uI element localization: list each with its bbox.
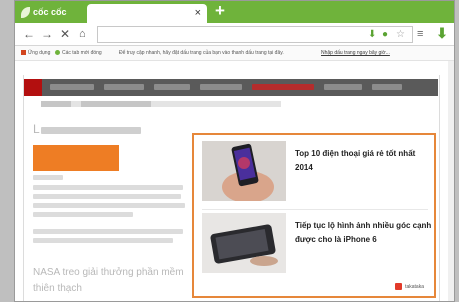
- bookmark-apps[interactable]: Ứng dụng: [21, 50, 50, 56]
- tab-close-icon[interactable]: ×: [195, 6, 201, 20]
- forward-button[interactable]: →: [41, 26, 53, 42]
- browser-brand[interactable]: cốc cốc: [21, 5, 67, 19]
- ad-item[interactable]: Tiếp tục lộ hình ảnh nhiều góc cạnh được…: [202, 213, 433, 275]
- article-text-line: [33, 212, 133, 217]
- article-headline-cont[interactable]: thiên thạch: [33, 282, 82, 295]
- ad-item[interactable]: Top 10 điện thoại giá rẻ tốt nhất 2014: [202, 141, 430, 203]
- web-page: L NASA treo giải thưởng phần mềm thiên t…: [15, 61, 454, 301]
- ad-footer-label: takataka: [405, 283, 424, 290]
- brand-label: cốc cốc: [33, 7, 67, 17]
- bookmarks-bar: Ứng dụng Các tab mới đóng Để truy cập nh…: [15, 46, 454, 61]
- bookmark-star-icon[interactable]: ☆: [396, 29, 405, 41]
- takataka-logo-icon: [395, 283, 403, 290]
- browser-window: cốc cốc × + ← → ✕ ⌂ ⬇ ● ☆ ≡ ⬇ Ứng dụng C…: [14, 0, 455, 302]
- article-meta: [33, 175, 63, 180]
- active-tab[interactable]: ×: [87, 4, 207, 23]
- ad-box: Top 10 điện thoại giá rẻ tốt nhất 2014 T…: [192, 133, 436, 298]
- article-headline-fragment[interactable]: L: [33, 123, 40, 136]
- site-navigation: [24, 79, 438, 96]
- apps-icon: [21, 50, 26, 56]
- title-bar: cốc cốc × +: [15, 1, 454, 23]
- bookmark-hint: Để truy cập nhanh, hãy đặt dấu trang của…: [119, 50, 284, 56]
- recent-tabs-icon: [55, 50, 60, 56]
- bookmark-recent-label: Các tab mới đóng: [62, 50, 102, 56]
- site-nav-item[interactable]: [372, 84, 402, 90]
- iphone-thumbnail-image[interactable]: [202, 213, 286, 273]
- site-home-icon[interactable]: [24, 79, 42, 96]
- toolbar: ← → ✕ ⌂ ⬇ ● ☆ ≡ ⬇: [15, 23, 454, 46]
- ad-divider: [202, 209, 428, 210]
- page-download-icon[interactable]: ⬇: [368, 29, 376, 41]
- microphone-icon[interactable]: ●: [382, 29, 388, 41]
- scrollbar[interactable]: [448, 61, 454, 301]
- back-button[interactable]: ←: [23, 26, 35, 42]
- article-text-line: [33, 238, 173, 243]
- ad-item-title[interactable]: Top 10 điện thoại giá rẻ tốt nhất 2014: [295, 147, 433, 175]
- ad-footer[interactable]: takataka: [395, 283, 424, 290]
- article-text-line: [33, 185, 183, 190]
- orange-overlay-block: [33, 145, 119, 171]
- breadcrumb-item[interactable]: [41, 101, 71, 107]
- home-button[interactable]: ⌂: [79, 26, 86, 42]
- site-nav-item[interactable]: [50, 84, 94, 90]
- address-bar[interactable]: ⬇ ● ☆: [97, 26, 413, 43]
- bookmark-apps-label: Ứng dụng: [28, 50, 51, 56]
- breadcrumb: [41, 101, 281, 107]
- article-text-line: [33, 194, 181, 199]
- bookmark-recent-tabs[interactable]: Các tab mới đóng: [55, 50, 102, 56]
- article-text-line: [33, 203, 185, 208]
- article-text-line: [33, 229, 183, 234]
- ad-item-title[interactable]: Tiếp tục lộ hình ảnh nhiều góc cạnh được…: [295, 219, 433, 247]
- article-title-blur[interactable]: [41, 127, 141, 134]
- import-bookmarks-link[interactable]: Nhập dấu trang ngay bây giờ...: [321, 50, 390, 56]
- stop-button[interactable]: ✕: [60, 26, 70, 42]
- breadcrumb-item[interactable]: [81, 101, 151, 107]
- site-nav-item[interactable]: [200, 84, 242, 90]
- site-nav-item[interactable]: [324, 84, 362, 90]
- site-nav-item[interactable]: [104, 84, 144, 90]
- download-icon[interactable]: ⬇: [435, 25, 449, 41]
- phone-thumbnail-image[interactable]: [202, 141, 286, 201]
- site-nav-item[interactable]: [252, 84, 314, 90]
- article-headline[interactable]: NASA treo giải thưởng phần mềm: [33, 266, 184, 279]
- site-nav-item[interactable]: [154, 84, 190, 90]
- menu-icon[interactable]: ≡: [417, 26, 423, 42]
- leaf-logo-icon: [21, 6, 30, 18]
- new-tab-button[interactable]: +: [212, 2, 228, 19]
